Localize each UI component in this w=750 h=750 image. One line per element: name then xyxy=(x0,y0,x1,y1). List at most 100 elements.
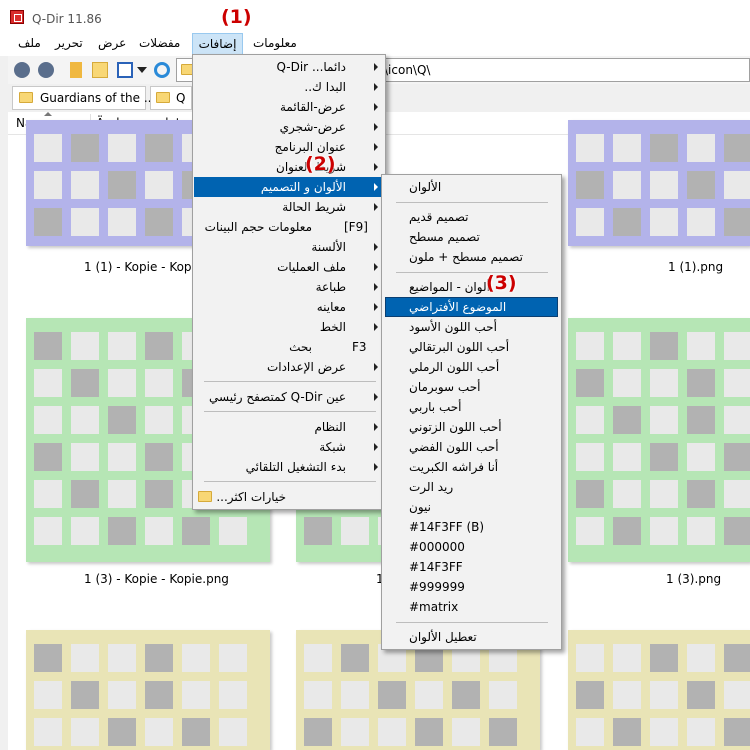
thumbnail-cell xyxy=(687,208,715,236)
thumbnail-cell xyxy=(687,406,715,434)
thumbnail-cell xyxy=(650,517,678,545)
colors-menu-item[interactable]: #matrix xyxy=(409,597,458,617)
submenu-arrow-icon xyxy=(374,63,378,71)
colors-menu-item[interactable]: ألوان - المواضيع xyxy=(409,277,490,297)
extras-menu-item[interactable]: عرض الإعدادات xyxy=(200,357,346,377)
menu-view[interactable]: عرض xyxy=(98,36,126,50)
extras-menu-item[interactable]: شريط الحالة xyxy=(200,197,346,217)
thumbnail-cell xyxy=(687,134,715,162)
thumbnail-cell xyxy=(34,681,62,709)
extras-menu-item[interactable]: الألسنة xyxy=(200,237,346,257)
title-bar xyxy=(0,0,750,32)
forward-icon[interactable] xyxy=(38,62,54,78)
view-grid-icon[interactable] xyxy=(117,62,133,78)
thumbnail-cell xyxy=(219,517,247,545)
extras-menu-item[interactable]: الخط xyxy=(200,317,346,337)
extras-menu-item[interactable]: البدا ك.. xyxy=(200,77,346,97)
thumbnail-cell xyxy=(576,406,604,434)
colors-menu-item[interactable]: #14F3FF xyxy=(409,557,463,577)
extras-menu-item[interactable]: عين Q-Dir كمتصفح رئيسي xyxy=(200,387,346,407)
menu-file[interactable]: ملف xyxy=(18,36,41,50)
colors-menu-item[interactable]: الألوان xyxy=(409,177,441,197)
extras-menu-item[interactable]: معلومات حجم البينات xyxy=(200,217,312,237)
colors-menu-item[interactable]: #000000 xyxy=(409,537,465,557)
colors-menu-item[interactable]: تصميم قديم xyxy=(409,207,468,227)
colors-menu-item[interactable]: أنا فراشه الكبريت xyxy=(409,457,498,477)
extras-menu-item[interactable]: شبكة xyxy=(200,437,346,457)
extras-menu-item[interactable]: عرض-القائمة xyxy=(200,97,346,117)
thumbnail-cell xyxy=(650,171,678,199)
new-folder-icon[interactable] xyxy=(92,62,108,78)
app-icon xyxy=(10,10,24,24)
thumbnail-image[interactable] xyxy=(568,630,750,750)
colors-menu-item[interactable]: أحب اللون البرتقالي xyxy=(409,337,509,357)
thumbnail-cell xyxy=(108,517,136,545)
menu-favorites[interactable]: مفضلات xyxy=(139,36,180,50)
back-icon[interactable] xyxy=(14,62,30,78)
colors-menu-item[interactable]: ريد الرت xyxy=(409,477,453,497)
thumbnail-cell xyxy=(34,517,62,545)
colors-menu-item[interactable]: #14F3FF (B) xyxy=(409,517,484,537)
thumbnail-cell xyxy=(34,406,62,434)
thumbnail-cell xyxy=(219,681,247,709)
refresh-icon[interactable] xyxy=(154,62,170,78)
thumbnail-cell xyxy=(182,517,210,545)
thumbnail-cell xyxy=(687,480,715,508)
thumbnail-cell xyxy=(108,718,136,746)
menu-extras[interactable]: إضافات xyxy=(192,33,243,55)
thumbnail-cell xyxy=(650,718,678,746)
colors-menu-item[interactable]: أحب باربي xyxy=(409,397,461,417)
extras-menu-item[interactable]: طباعة xyxy=(200,277,346,297)
thumbnail-cell xyxy=(71,718,99,746)
window-title: Q-Dir 11.86 xyxy=(32,12,102,26)
thumbnail-image[interactable] xyxy=(568,318,750,562)
thumbnail-cell xyxy=(576,369,604,397)
thumbnail-cell xyxy=(687,443,715,471)
thumbnail-caption[interactable]: 1 (3).png xyxy=(666,572,721,586)
thumbnail-cell xyxy=(489,718,517,746)
thumbnail-cell xyxy=(145,208,173,236)
thumbnail-cell xyxy=(613,644,641,672)
thumbnail-cell xyxy=(724,332,750,360)
extras-menu-item[interactable]: بحث xyxy=(200,337,312,357)
extras-menu-item[interactable]: دائما... Q-Dir xyxy=(200,57,347,77)
submenu-arrow-icon xyxy=(374,243,378,251)
thumbnail-cell xyxy=(576,681,604,709)
colors-menu-item[interactable]: تصميم مسطح + ملون xyxy=(409,247,523,267)
colors-menu-item[interactable]: تعطيل الألوان xyxy=(409,627,477,647)
colors-menu-item[interactable]: أحب اللون الفضي xyxy=(409,437,499,457)
thumbnail-cell xyxy=(576,208,604,236)
extras-menu-item[interactable]: الألوان و التصميم xyxy=(200,177,346,197)
extras-menu-item[interactable]: ملف العمليات xyxy=(200,257,346,277)
up-folder-icon[interactable] xyxy=(70,62,82,78)
thumbnail-cell xyxy=(182,644,210,672)
thumbnail-caption[interactable]: 1 (1).png xyxy=(668,260,723,274)
menu-info[interactable]: معلومات xyxy=(253,36,297,50)
thumbnail-caption[interactable]: 1 (3) - Kopie - Kopie.png xyxy=(84,572,229,586)
thumbnail-image[interactable] xyxy=(26,630,270,750)
thumbnail-cell xyxy=(34,134,62,162)
view-dropdown-icon[interactable] xyxy=(137,67,147,73)
thumbnail-cell xyxy=(71,443,99,471)
tab-folder-icon xyxy=(19,92,33,103)
colors-menu-item[interactable]: أحب اللون الأسود xyxy=(409,317,497,337)
colors-menu-item[interactable]: أحب سوبرمان xyxy=(409,377,480,397)
thumbnail-cell xyxy=(71,681,99,709)
colors-menu-item[interactable]: نيون xyxy=(409,497,431,517)
extras-menu-item[interactable]: بدء التشغيل التلقائي xyxy=(200,457,346,477)
colors-menu-item[interactable]: الموضوع الأفتراضي xyxy=(409,297,506,317)
thumbnail-cell xyxy=(145,406,173,434)
thumbnail-cell xyxy=(576,171,604,199)
thumbnail-cell xyxy=(304,517,332,545)
address-text: \icon\Q\ xyxy=(384,63,431,77)
extras-menu-item[interactable]: معاينه xyxy=(200,297,346,317)
thumbnail-cell xyxy=(724,443,750,471)
extras-menu-item[interactable]: عرض-شجري xyxy=(200,117,346,137)
colors-menu-item[interactable]: تصميم مسطح xyxy=(409,227,480,247)
thumbnail-image[interactable] xyxy=(568,120,750,246)
colors-menu-item[interactable]: أحب اللون الرملي xyxy=(409,357,499,377)
extras-menu-item[interactable]: النظام xyxy=(200,417,346,437)
colors-menu-item[interactable]: #999999 xyxy=(409,577,465,597)
colors-menu-item[interactable]: أحب اللون الزتوني xyxy=(409,417,502,437)
menu-edit[interactable]: تحرير xyxy=(55,36,83,50)
